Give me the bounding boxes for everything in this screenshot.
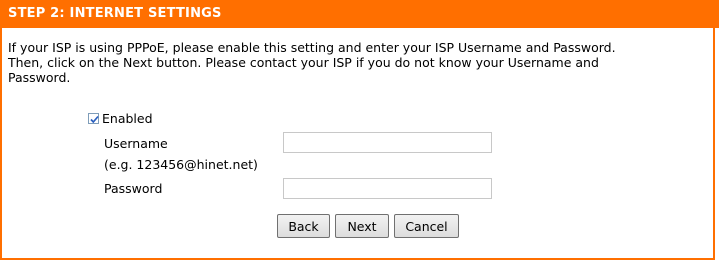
enabled-row: Enabled	[88, 110, 153, 126]
enabled-label: Enabled	[102, 110, 153, 126]
username-label: Username	[104, 136, 168, 151]
instructions-line-2: Then, click on the Next button. Please c…	[8, 55, 599, 70]
cancel-button[interactable]: Cancel	[394, 214, 459, 238]
next-button[interactable]: Next	[335, 214, 389, 238]
instructions-line-3: Password.	[8, 70, 71, 85]
section-title: STEP 2: INTERNET SETTINGS	[8, 6, 222, 21]
checkmark-icon	[90, 115, 99, 123]
back-button[interactable]: Back	[277, 214, 330, 238]
instructions-text: If your ISP is using PPPoE, please enabl…	[8, 40, 698, 85]
enabled-checkbox[interactable]	[88, 112, 99, 124]
password-input[interactable]	[283, 178, 492, 199]
section-header: STEP 2: INTERNET SETTINGS	[0, 0, 719, 28]
username-input[interactable]	[283, 132, 492, 153]
username-hint: (e.g. 123456@hinet.net)	[104, 157, 258, 172]
instructions-line-1: If your ISP is using PPPoE, please enabl…	[8, 40, 616, 55]
password-label: Password	[104, 181, 163, 196]
